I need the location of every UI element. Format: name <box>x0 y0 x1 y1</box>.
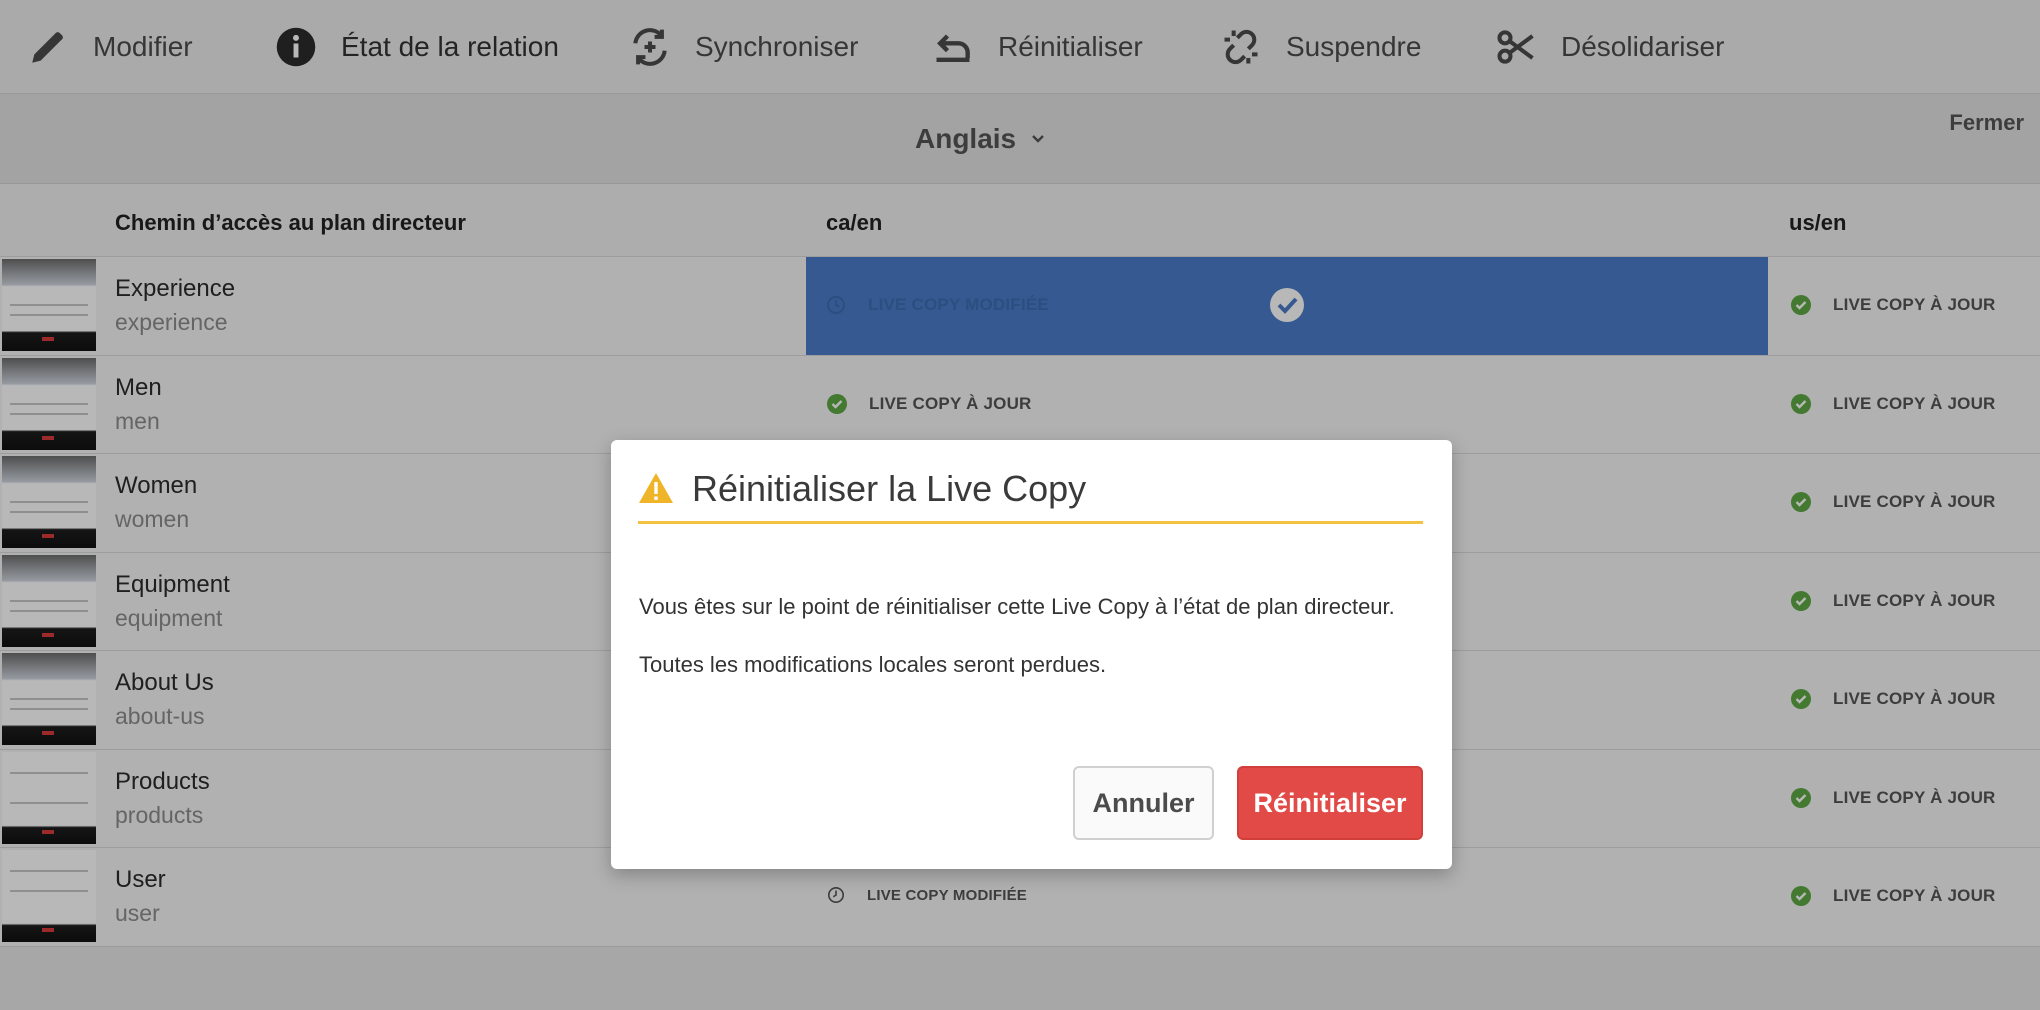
dialog-header: Réinitialiser la Live Copy <box>638 468 1423 524</box>
cancel-button[interactable]: Annuler <box>1073 766 1214 840</box>
reset-live-copy-dialog: Réinitialiser la Live Copy Vous êtes sur… <box>611 440 1452 869</box>
dialog-message: Vous êtes sur le point de réinitialiser … <box>639 594 1395 619</box>
dialog-warning-message: Toutes les modifications locales seront … <box>639 652 1107 677</box>
dialog-title: Réinitialiser la Live Copy <box>692 468 1087 509</box>
warning-icon <box>639 473 673 503</box>
confirm-reset-button[interactable]: Réinitialiser <box>1237 766 1423 840</box>
